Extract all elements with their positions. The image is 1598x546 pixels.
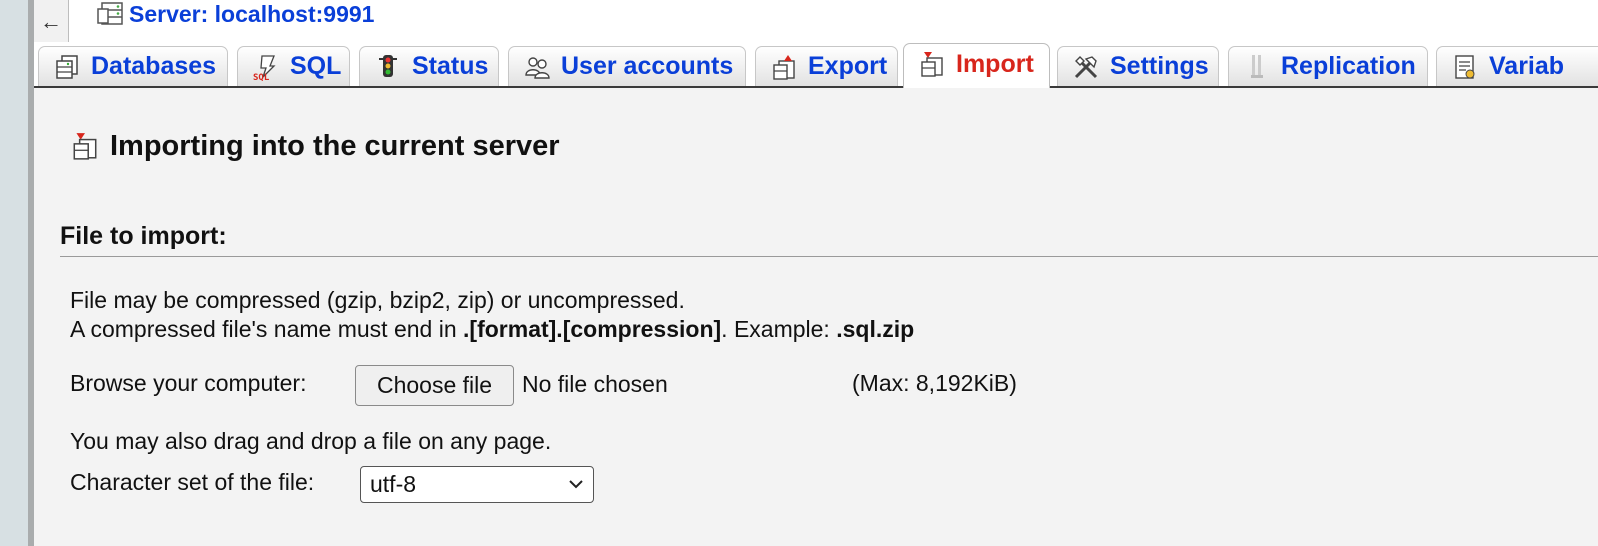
sql-icon: SQL: [253, 54, 276, 81]
svg-text:SQL: SQL: [253, 73, 270, 81]
tab-user-accounts[interactable]: User accounts: [508, 46, 746, 86]
server-icon: [97, 2, 123, 25]
max-size-label: (Max: 8,192KiB): [852, 370, 1017, 396]
charset-label: Character set of the file:: [70, 469, 315, 495]
back-button[interactable]: ←: [34, 0, 69, 44]
section-divider: [60, 256, 1598, 257]
tab-label: Status: [412, 52, 489, 80]
import-icon: [73, 133, 97, 160]
tab-variables[interactable]: Variab: [1436, 46, 1598, 86]
filename-note-example: .sql.zip: [836, 316, 915, 342]
choose-file-button[interactable]: Choose file: [355, 365, 514, 406]
browse-label: Browse your computer:: [70, 370, 307, 396]
tab-label: Databases: [91, 52, 217, 80]
import-icon: [921, 52, 943, 77]
tab-label: Replication: [1281, 52, 1416, 80]
tab-label: Import: [956, 49, 1034, 78]
compression-note: File may be compressed (gzip, bzip2, zip…: [70, 287, 685, 313]
export-icon: [773, 54, 795, 80]
tab-import[interactable]: Import: [903, 43, 1050, 88]
charset-select[interactable]: utf-8: [360, 466, 594, 503]
traffic-light-icon: [379, 54, 397, 77]
tab-label: SQL: [290, 52, 342, 80]
page-title-text: Importing into the current server: [110, 129, 560, 162]
tab-settings[interactable]: Settings: [1057, 46, 1219, 86]
charset-value: utf-8: [370, 471, 417, 497]
tab-status[interactable]: Status: [359, 46, 499, 86]
tab-label: Variab: [1489, 52, 1565, 80]
filename-note-prefix: A compressed file's name must end in: [70, 316, 464, 342]
filename-note: A compressed file's name must end in .[f…: [70, 316, 914, 343]
left-panel-gutter: [0, 0, 28, 546]
server-breadcrumb[interactable]: Server: localhost:9991: [96, 0, 374, 28]
section-title: File to import:: [60, 222, 227, 250]
filename-note-middle: . Example:: [721, 316, 837, 342]
server-label: Server: localhost:9991: [129, 0, 375, 27]
tab-export[interactable]: Export: [755, 46, 898, 86]
tab-replication[interactable]: Replication: [1228, 46, 1428, 86]
tools-icon: [1074, 55, 1098, 78]
chevron-down-icon: [569, 480, 583, 489]
replication-icon: [1251, 54, 1263, 78]
users-icon: [525, 56, 550, 79]
variables-icon: [1455, 54, 1475, 79]
no-file-text: No file chosen: [522, 371, 668, 397]
tab-label: Settings: [1110, 52, 1209, 80]
tab-bar-divider: [34, 86, 1598, 88]
drag-drop-note: You may also drag and drop a file on any…: [70, 428, 552, 454]
back-arrow-icon: ←: [40, 8, 62, 34]
tab-databases[interactable]: Databases: [38, 46, 228, 86]
page-title: Importing into the current server: [70, 128, 560, 164]
tab-label: Export: [808, 52, 888, 80]
tab-sql[interactable]: SQL SQL: [237, 46, 350, 86]
database-icon: [56, 54, 78, 79]
tab-label: User accounts: [561, 52, 734, 80]
filename-note-format: .[format].[compression]: [463, 316, 722, 342]
